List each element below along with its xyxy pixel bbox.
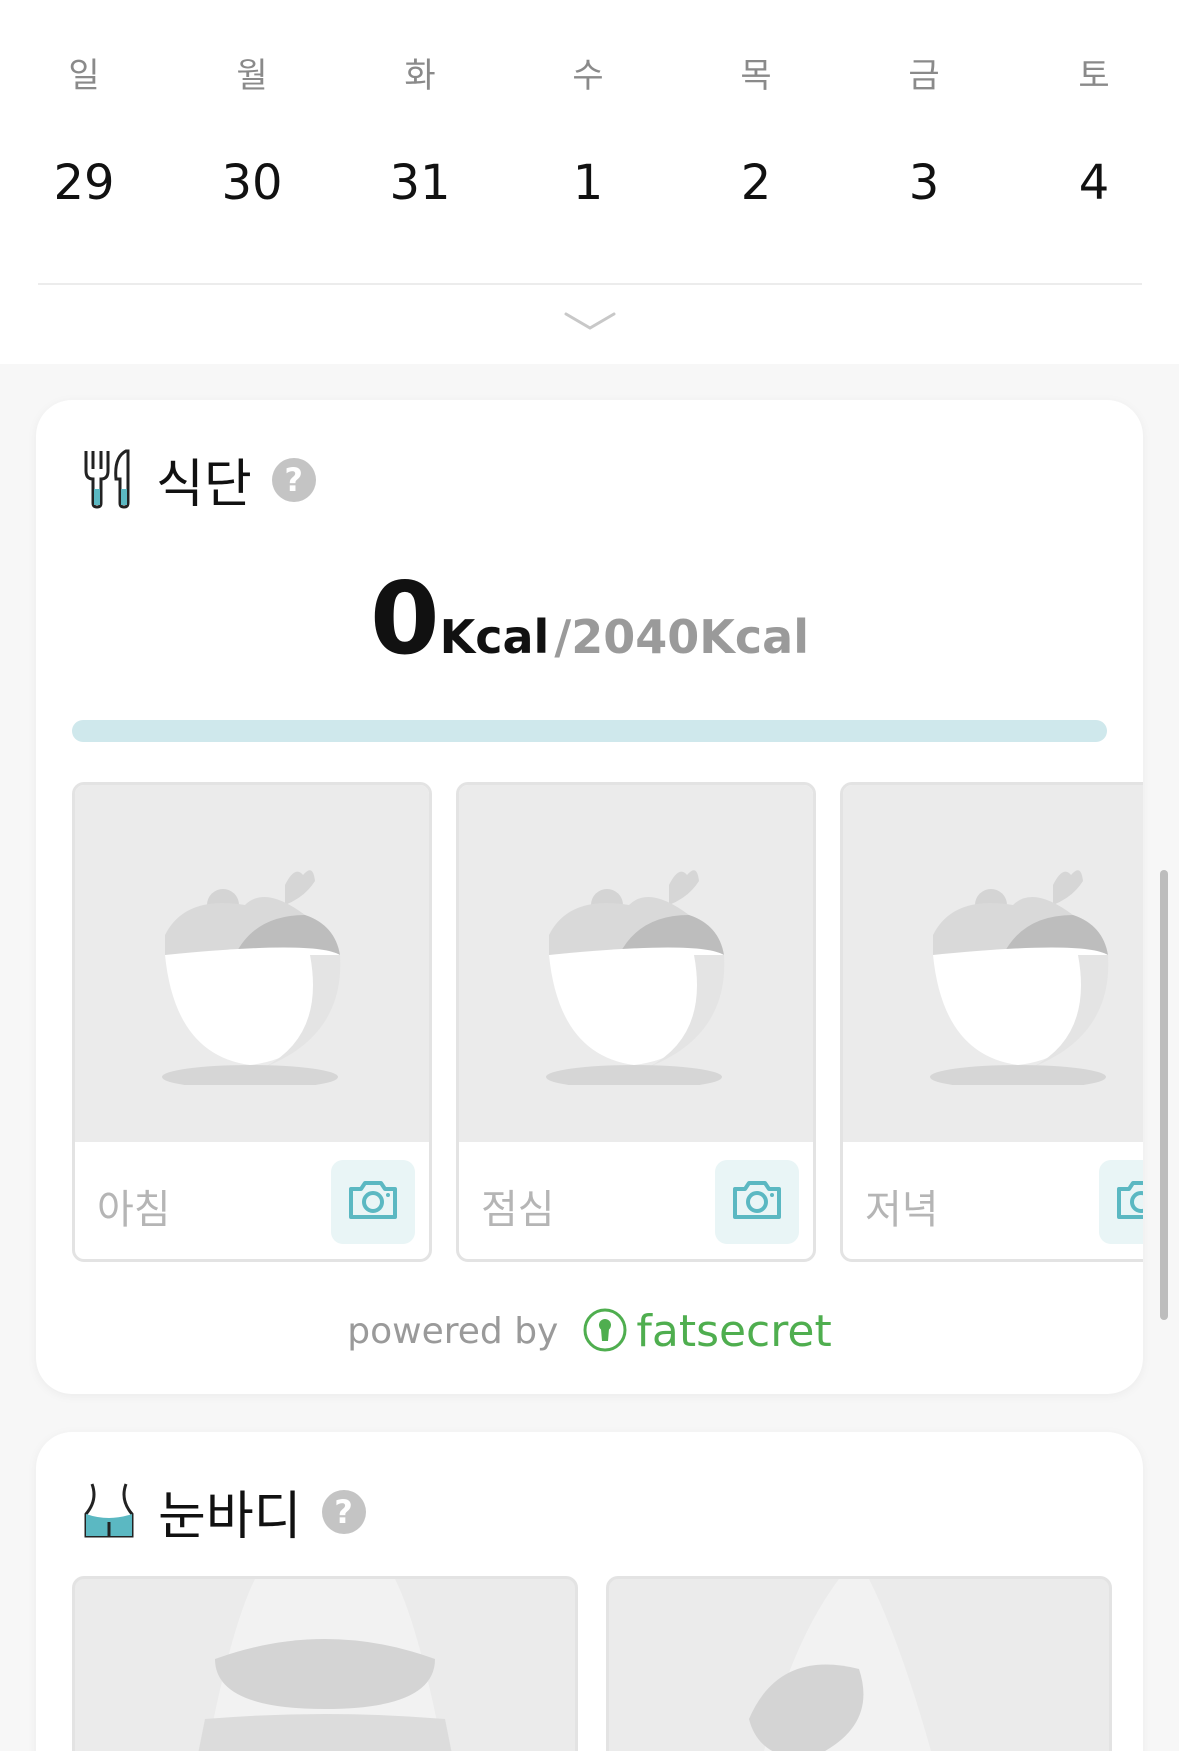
meal-label: 아침 bbox=[97, 1187, 171, 1233]
scrollbar[interactable] bbox=[1160, 870, 1168, 1320]
diet-card: 식단 ? 0Kcal /2040Kcal 아침 점심 저녁 powered by… bbox=[36, 400, 1143, 1394]
fatsecret-logo[interactable]: fatsecret bbox=[582, 1306, 832, 1357]
body-header: 눈바디 ? bbox=[80, 1474, 366, 1549]
camera-button[interactable] bbox=[715, 1160, 799, 1244]
torso-placeholder-image bbox=[198, 1579, 452, 1751]
body-title: 눈바디 bbox=[158, 1487, 302, 1547]
week-calendar: 일 월 화 수 목 금 토 29 30 31 1 2 3 4 bbox=[0, 0, 1179, 364]
weekday-fri: 금 bbox=[908, 56, 940, 96]
meal-placeholder-image bbox=[75, 785, 429, 1142]
chevron-down-icon[interactable] bbox=[562, 308, 618, 336]
powered-by-text: powered by bbox=[347, 1311, 559, 1352]
fork-knife-icon bbox=[80, 447, 136, 513]
app-screen: 일 월 화 수 목 금 토 29 30 31 1 2 3 4 식단 ? 0Kca… bbox=[0, 0, 1179, 1751]
body-photo-front[interactable] bbox=[72, 1576, 578, 1751]
camera-icon bbox=[731, 1179, 783, 1225]
date-cell[interactable]: 1 bbox=[528, 155, 648, 211]
keyhole-icon bbox=[582, 1307, 628, 1357]
kcal-unit: Kcal bbox=[439, 610, 550, 664]
kcal-summary: 0Kcal /2040Kcal bbox=[36, 560, 1143, 677]
camera-button[interactable] bbox=[1099, 1160, 1143, 1244]
meal-label: 저녁 bbox=[865, 1187, 939, 1233]
camera-icon bbox=[1115, 1179, 1143, 1225]
body-photo-list bbox=[72, 1576, 1112, 1751]
camera-icon bbox=[347, 1179, 399, 1225]
weekday-thu: 목 bbox=[740, 56, 772, 96]
meal-card-breakfast[interactable]: 아침 bbox=[72, 782, 432, 1262]
kcal-progress-bar bbox=[72, 720, 1107, 742]
date-cell[interactable]: 4 bbox=[1034, 155, 1154, 211]
weekday-tue: 화 bbox=[404, 56, 436, 96]
body-photo-side[interactable] bbox=[606, 1576, 1112, 1751]
weekday-mon: 월 bbox=[236, 56, 268, 96]
weekday-sat: 토 bbox=[1078, 56, 1110, 96]
weekday-wed: 수 bbox=[572, 56, 604, 96]
waist-icon bbox=[80, 1480, 138, 1544]
date-cell[interactable]: 3 bbox=[864, 155, 984, 211]
meal-label: 점심 bbox=[481, 1187, 555, 1233]
date-cell[interactable]: 31 bbox=[360, 155, 480, 211]
camera-button[interactable] bbox=[331, 1160, 415, 1244]
torso-placeholder-image bbox=[749, 1579, 931, 1751]
calendar-divider bbox=[38, 283, 1142, 285]
help-icon[interactable]: ? bbox=[321, 1489, 366, 1534]
kcal-current: 0 bbox=[370, 560, 440, 677]
meal-card-lunch[interactable]: 점심 bbox=[456, 782, 816, 1262]
kcal-goal: /2040Kcal bbox=[554, 610, 809, 664]
weekday-sun: 일 bbox=[68, 56, 100, 96]
meal-placeholder-image bbox=[843, 785, 1143, 1142]
powered-by-credit: powered by fatsecret bbox=[36, 1306, 1143, 1357]
date-cell[interactable]: 29 bbox=[24, 155, 144, 211]
help-icon[interactable]: ? bbox=[271, 457, 316, 502]
date-cell[interactable]: 2 bbox=[696, 155, 816, 211]
diet-title: 식단 bbox=[156, 455, 252, 515]
meal-card-dinner[interactable]: 저녁 bbox=[840, 782, 1143, 1262]
date-cell[interactable]: 30 bbox=[192, 155, 312, 211]
body-card: 눈바디 ? bbox=[36, 1432, 1143, 1751]
diet-header: 식단 ? bbox=[80, 442, 316, 517]
meal-placeholder-image bbox=[459, 785, 813, 1142]
meal-list[interactable]: 아침 점심 저녁 bbox=[72, 782, 1143, 1262]
fatsecret-wordmark: fatsecret bbox=[636, 1306, 832, 1357]
